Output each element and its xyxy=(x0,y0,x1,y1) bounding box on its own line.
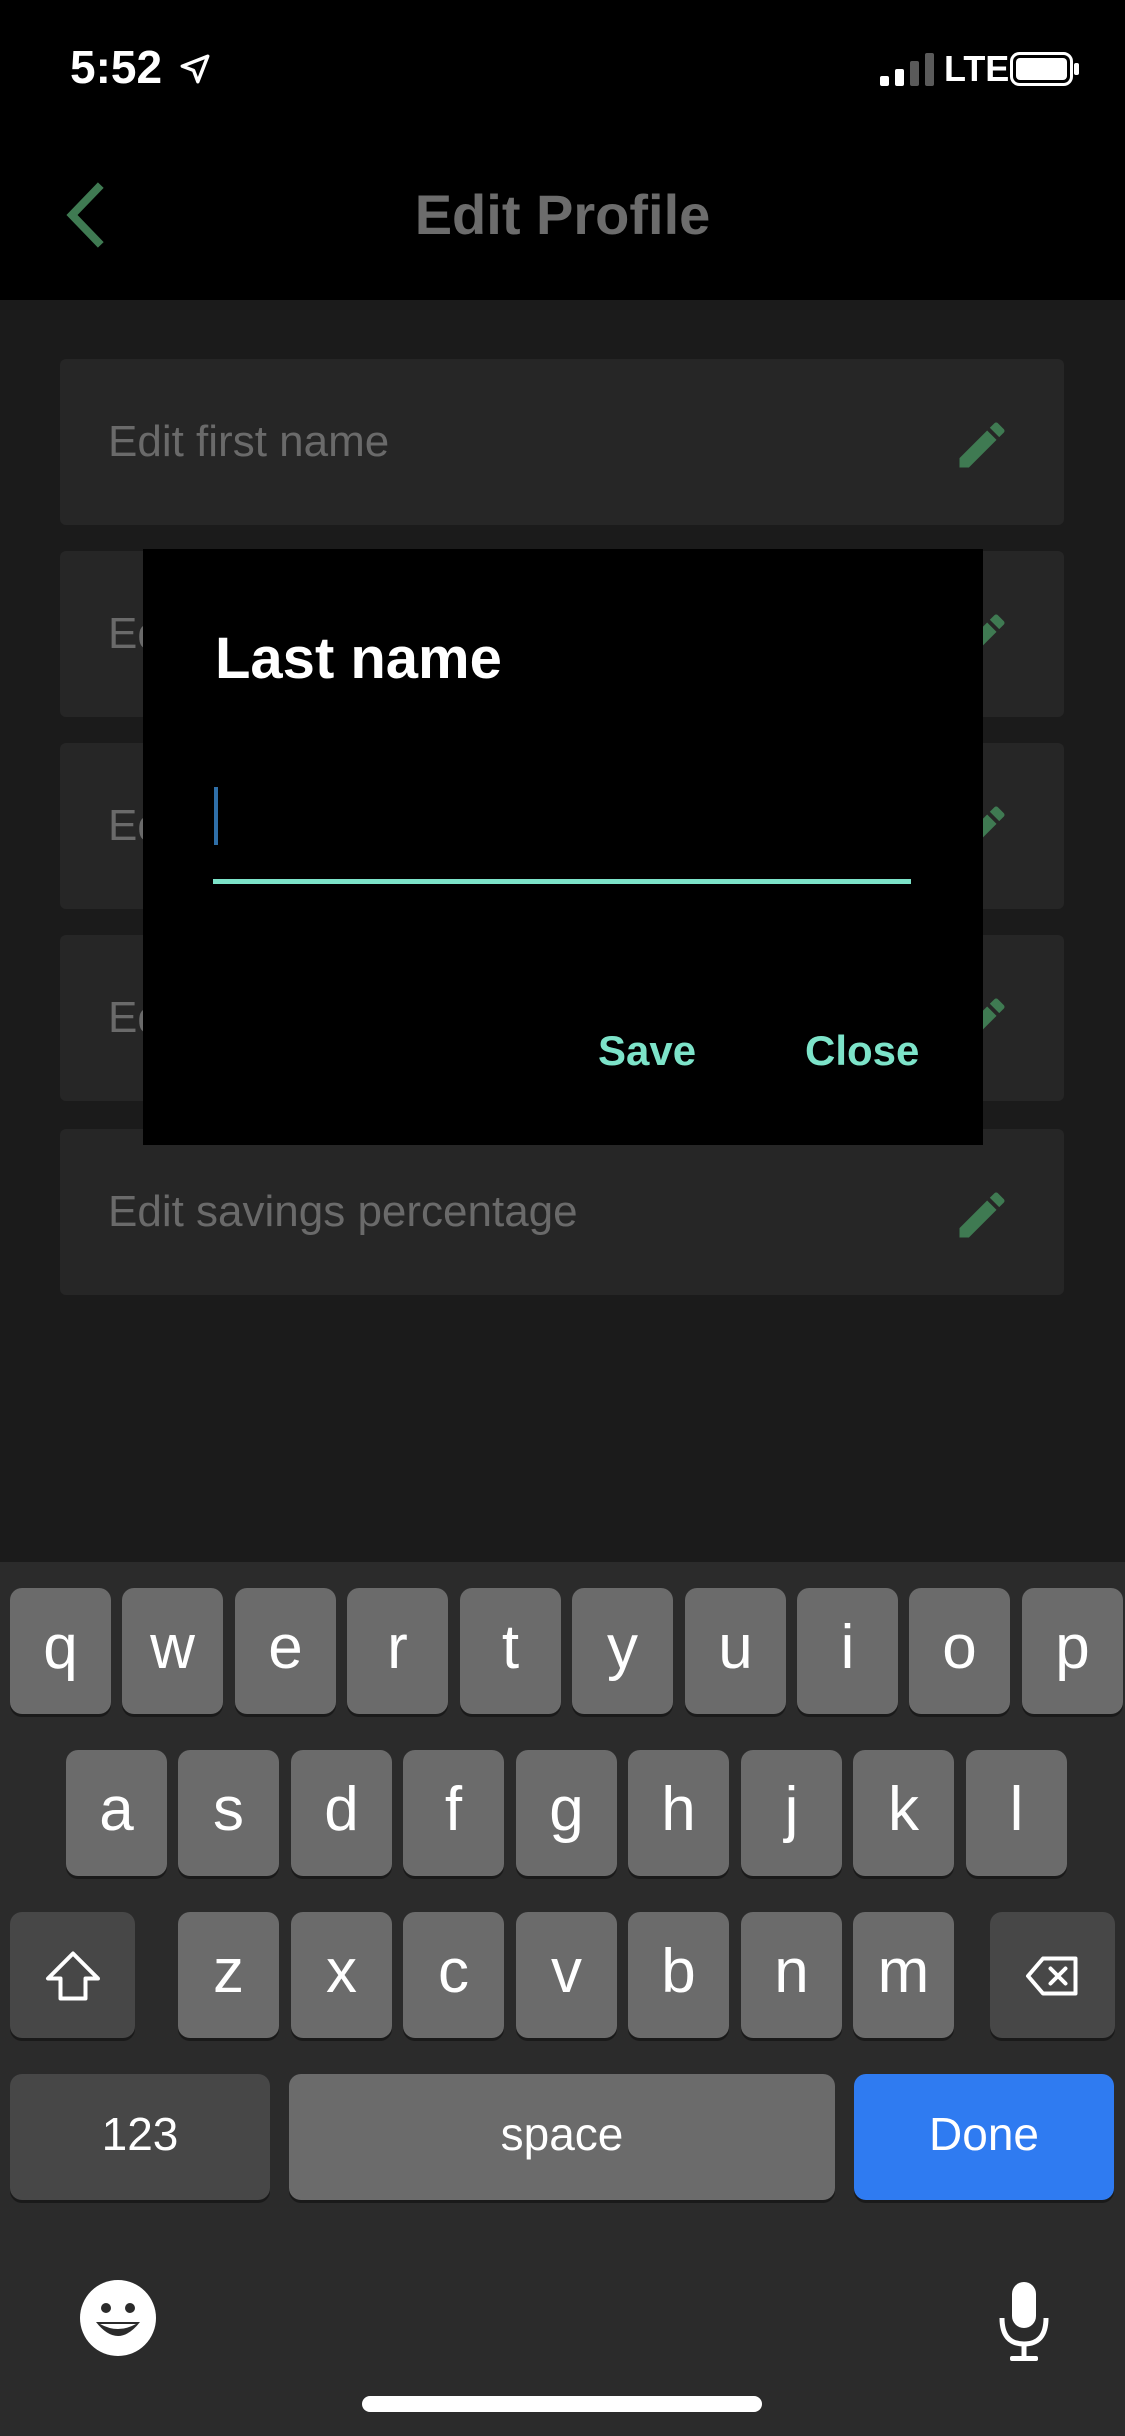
space-key[interactable]: space xyxy=(289,2074,835,2200)
last-name-input[interactable] xyxy=(213,779,915,853)
key-l[interactable]: l xyxy=(966,1750,1067,1876)
input-underline xyxy=(213,879,911,884)
key-d[interactable]: d xyxy=(291,1750,392,1876)
edit-first-name-row[interactable]: Edit first name xyxy=(60,359,1064,525)
key-c[interactable]: c xyxy=(403,1912,504,2038)
key-g[interactable]: g xyxy=(516,1750,617,1876)
microphone-icon[interactable] xyxy=(996,2280,1052,2364)
key-s[interactable]: s xyxy=(178,1750,279,1876)
key-z[interactable]: z xyxy=(178,1912,279,2038)
key-k[interactable]: k xyxy=(853,1750,954,1876)
field-label: Edit first name xyxy=(108,417,390,466)
last-name-dialog: Last name Save Close xyxy=(143,549,983,1145)
pencil-icon[interactable] xyxy=(952,415,1012,475)
key-i[interactable]: i xyxy=(797,1588,898,1714)
text-cursor xyxy=(214,787,218,845)
shift-icon xyxy=(45,1951,100,2001)
key-a[interactable]: a xyxy=(66,1750,167,1876)
key-t[interactable]: t xyxy=(460,1588,561,1714)
key-p[interactable]: p xyxy=(1022,1588,1123,1714)
emoji-icon[interactable] xyxy=(78,2278,158,2358)
numbers-key[interactable]: 123 xyxy=(10,2074,270,2200)
key-y[interactable]: y xyxy=(572,1588,673,1714)
key-j[interactable]: j xyxy=(741,1750,842,1876)
battery-icon xyxy=(1010,52,1079,86)
key-u[interactable]: u xyxy=(685,1588,786,1714)
save-button[interactable]: Save xyxy=(598,1027,696,1075)
shift-key[interactable] xyxy=(10,1912,135,2038)
delete-key[interactable] xyxy=(990,1912,1115,2038)
key-e[interactable]: e xyxy=(235,1588,336,1714)
key-n[interactable]: n xyxy=(741,1912,842,2038)
location-arrow-icon xyxy=(180,54,210,84)
key-q[interactable]: q xyxy=(10,1588,111,1714)
key-w[interactable]: w xyxy=(122,1588,223,1714)
key-b[interactable]: b xyxy=(628,1912,729,2038)
edit-savings-percentage-row[interactable]: Edit savings percentage xyxy=(60,1129,1064,1295)
key-f[interactable]: f xyxy=(403,1750,504,1876)
close-button[interactable]: Close xyxy=(805,1027,919,1075)
key-m[interactable]: m xyxy=(853,1912,954,2038)
page-title: Edit Profile xyxy=(414,183,711,246)
home-indicator xyxy=(362,2396,762,2412)
pencil-icon[interactable] xyxy=(952,1185,1012,1245)
backspace-icon xyxy=(1025,1956,1077,1996)
network-type: LTE xyxy=(944,48,1010,89)
done-key[interactable]: Done xyxy=(854,2074,1114,2200)
key-o[interactable]: o xyxy=(909,1588,1010,1714)
key-x[interactable]: x xyxy=(291,1912,392,2038)
key-h[interactable]: h xyxy=(628,1750,729,1876)
signal-icon xyxy=(880,53,934,86)
dialog-title: Last name xyxy=(215,626,502,691)
status-time: 5:52 xyxy=(70,41,163,93)
key-r[interactable]: r xyxy=(347,1588,448,1714)
key-v[interactable]: v xyxy=(516,1912,617,2038)
field-label: Edit savings percentage xyxy=(108,1187,578,1236)
